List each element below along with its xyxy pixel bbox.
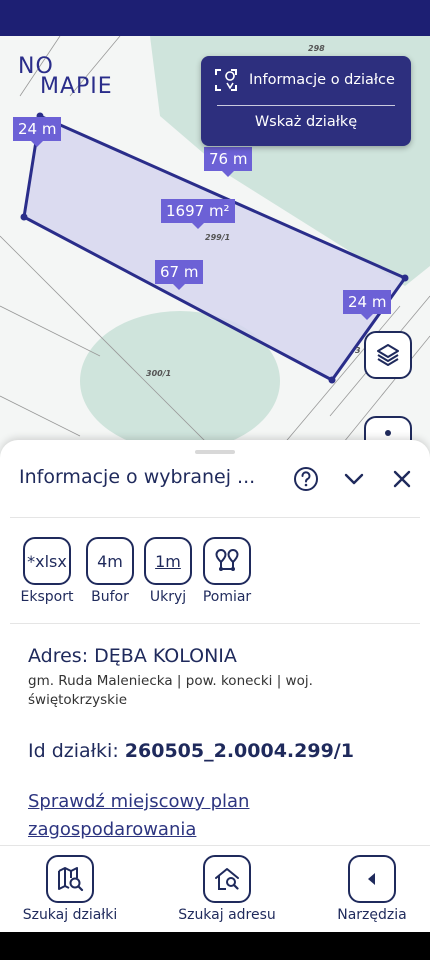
export-tool[interactable]: *xlsx Eksport (19, 537, 75, 605)
home-search-icon (203, 855, 251, 903)
address-heading: Adres: DĘBA KOLONIA (28, 645, 237, 667)
layers-icon (377, 344, 399, 366)
hide-tool[interactable]: 1m Ukryj (140, 537, 196, 605)
nav-search-parcel[interactable]: Szukaj działki (18, 855, 122, 923)
parcel-number-299: 299/1 (205, 233, 231, 242)
parcel-id: Id działki: 260505_2.0004.299/1 (28, 740, 354, 762)
parcel-number-3: 3 (355, 346, 361, 355)
sheet-divider-top (10, 517, 420, 518)
parcel-number-298: 298 (308, 44, 325, 53)
close-icon[interactable] (388, 465, 416, 493)
card-divider (217, 105, 395, 106)
no-mapie-logo: NO MAPIE (18, 54, 138, 99)
parcel-info-row[interactable]: Informacje o działce (213, 66, 395, 94)
measure-label: Pomiar (202, 589, 252, 605)
help-icon[interactable] (292, 465, 320, 493)
layers-button[interactable] (364, 331, 412, 379)
point-parcel-button[interactable]: Wskaż działkę (201, 114, 411, 130)
buffer-tool[interactable]: 4m Bufor (82, 537, 138, 605)
sheet-divider-mid (10, 623, 420, 624)
parcel-info-title: Informacje o działce (249, 72, 395, 88)
chevron-down-icon[interactable] (340, 465, 368, 493)
dimension-label-top: 76 m (204, 147, 253, 177)
parcel-id-value: 260505_2.0004.299/1 (124, 740, 354, 762)
hide-icon-text: 1m (155, 551, 181, 571)
buffer-label: Bufor (91, 589, 129, 605)
parcel-info-card[interactable]: Informacje o działce Wskaż działkę (201, 56, 411, 146)
zoning-plan-link[interactable]: Sprawdź miejscowy plan zagospodarowania (28, 788, 388, 844)
status-bar (0, 0, 430, 36)
sheet-grab-handle[interactable] (195, 450, 235, 454)
address-details: gm. Ruda Maleniecka | pow. konecki | woj… (28, 673, 313, 708)
nav-search-address-label: Szukaj adresu (178, 907, 276, 923)
nav-tools-label: Narzędzia (337, 907, 407, 923)
logo-line2: MAPIE (40, 74, 113, 99)
hide-label: Ukryj (149, 589, 187, 605)
measure-tool[interactable]: Pomiar (199, 537, 255, 605)
dimension-label-bottom: 67 m (155, 260, 204, 290)
dimension-label-right: 24 m (343, 290, 392, 320)
chevron-left-icon (348, 855, 396, 903)
parcel-number-300: 300/1 (146, 369, 172, 378)
measure-pins-icon (203, 537, 251, 585)
xlsx-icon: *xlsx (23, 537, 71, 585)
sheet-title: Informacje o wybranej ... (19, 466, 256, 488)
dimension-label-top-left: 24 m (13, 117, 62, 147)
export-label: Eksport (20, 589, 74, 605)
area-label: 1697 m² (161, 199, 235, 229)
parcel-id-label: Id działki: (28, 740, 125, 762)
buffer-icon: 4m (86, 537, 134, 585)
system-navigation-bar (0, 932, 430, 960)
nav-tools[interactable]: Narzędzia (330, 855, 414, 923)
nav-search-address[interactable]: Szukaj adresu (172, 855, 282, 923)
parcel-select-icon (215, 69, 237, 91)
hide-ruler-icon: 1m (144, 537, 192, 585)
bottom-sheet: Informacje o wybranej ... *xlsx Eksport … (0, 440, 430, 845)
map-search-icon (46, 855, 94, 903)
map-view[interactable]: NO MAPIE 298 299/1 300/1 3 24 m 76 m 169… (0, 36, 430, 496)
nav-search-parcel-label: Szukaj działki (22, 907, 118, 923)
bottom-navigation: Szukaj działki Szukaj adresu Narzędzia (0, 845, 430, 932)
